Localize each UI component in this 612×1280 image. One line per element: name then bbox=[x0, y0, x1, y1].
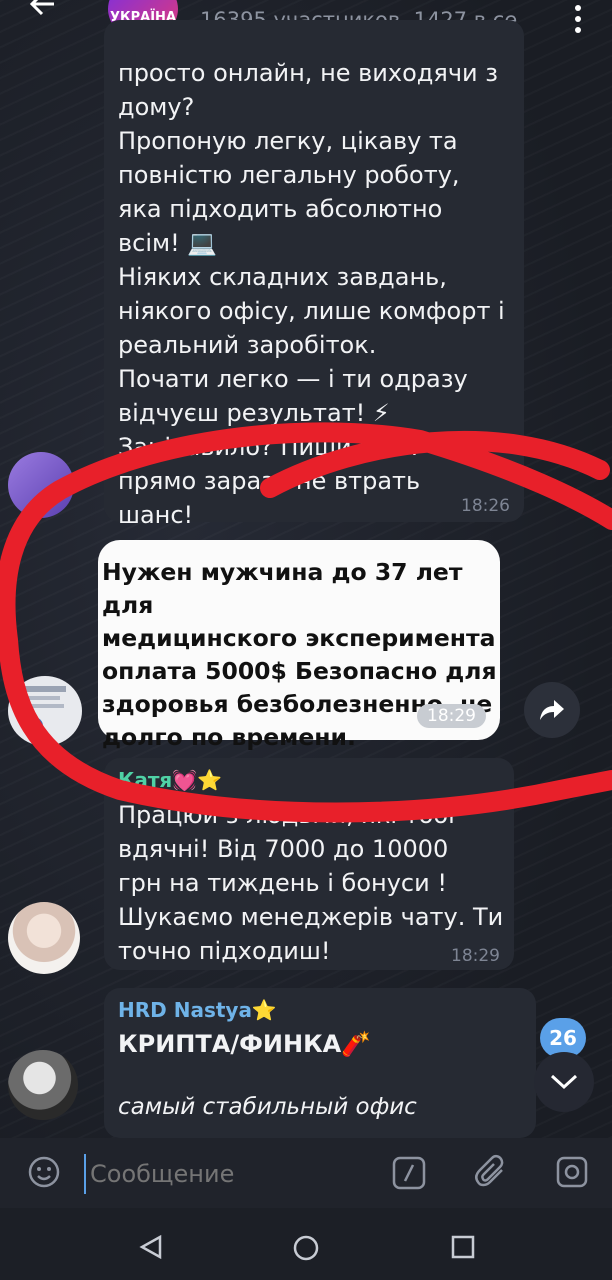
message-input[interactable] bbox=[84, 1154, 382, 1194]
nav-recents-icon[interactable] bbox=[450, 1234, 476, 1260]
camera-icon[interactable] bbox=[556, 1156, 588, 1188]
nav-home-icon[interactable] bbox=[292, 1234, 320, 1262]
system-navigation-bar bbox=[0, 1208, 612, 1280]
red-circle-annotation bbox=[0, 422, 612, 823]
nav-back-icon[interactable] bbox=[138, 1234, 164, 1260]
command-icon[interactable] bbox=[392, 1156, 426, 1190]
message-composer bbox=[0, 1138, 612, 1208]
emoji-icon[interactable] bbox=[28, 1156, 60, 1188]
attach-icon[interactable] bbox=[474, 1154, 508, 1190]
